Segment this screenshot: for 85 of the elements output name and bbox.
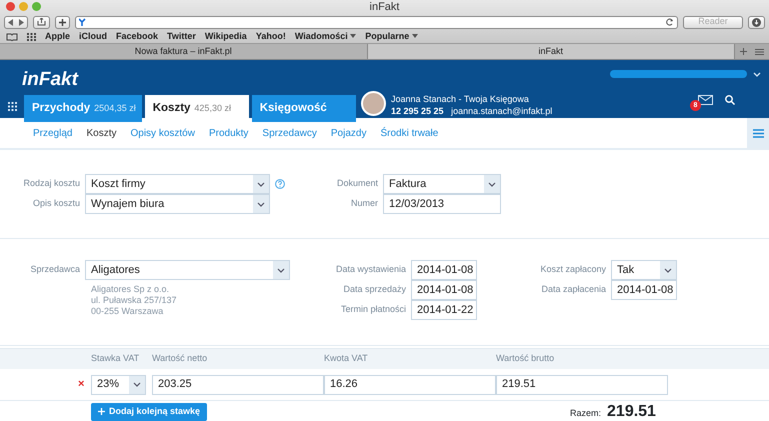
nav-link[interactable]: Środki trwałe (373, 126, 446, 140)
accountant-name: Joanna Stanach - Twoja Księgowa (391, 93, 530, 105)
date-field[interactable]: 2014-01-08 (611, 280, 677, 300)
field-label: Data sprzedaży (342, 283, 406, 296)
apps-grid-icon[interactable] (8, 102, 17, 111)
caret-icon (257, 182, 265, 186)
date-field[interactable]: 2014-01-22 (411, 300, 477, 320)
column-header: Kwota VAT (324, 352, 368, 366)
date-field[interactable]: 2014-01-08 (411, 260, 477, 280)
nav-link[interactable]: Pojazdy (324, 126, 374, 140)
tab-overview-icon[interactable] (755, 48, 764, 54)
field-label: Data wystawienia (334, 263, 406, 276)
field-label: Data zapłacenia (540, 283, 606, 296)
reload-icon[interactable] (666, 18, 674, 26)
new-tab-icon[interactable] (740, 48, 747, 55)
caret-icon (664, 268, 672, 272)
bookmark-link[interactable]: Twitter (167, 30, 196, 44)
select-field[interactable]: 23% (91, 374, 146, 394)
field-label: Numer (350, 197, 378, 210)
select-field[interactable]: Tak (611, 260, 677, 280)
avatar (361, 91, 386, 116)
book-icon[interactable] (6, 32, 18, 40)
downloads-button[interactable] (748, 16, 765, 28)
input-field[interactable]: 203.25 (152, 374, 324, 394)
site-icon (79, 18, 87, 26)
new-tab-button[interactable] (55, 16, 70, 28)
address-line: Aligatores Sp z o.o. (91, 284, 170, 295)
caret-icon (488, 182, 496, 186)
date-field[interactable]: 2014-01-08 (411, 280, 477, 300)
window-title: inFakt (370, 1, 400, 13)
field-label: Dokument (336, 177, 378, 190)
total-amount: 219.51 (607, 403, 656, 421)
field-label: Opis kosztu (32, 197, 80, 210)
menu-button[interactable] (747, 118, 769, 148)
envelope-icon[interactable] (698, 95, 713, 105)
nav-link[interactable]: Produkty (202, 126, 256, 140)
menu-icon (752, 128, 764, 138)
address-field[interactable] (75, 16, 678, 28)
nav-link[interactable]: Przegląd (26, 126, 80, 140)
total-label: Razem: (570, 407, 602, 420)
caret-icon (133, 382, 141, 387)
back-forward-buttons[interactable] (4, 16, 28, 28)
bookmark-link[interactable]: Popularne (365, 30, 418, 44)
bookmark-link[interactable]: Apple (45, 30, 70, 44)
app-logo[interactable]: inFakt (22, 66, 78, 94)
column-header: Stawka VAT (91, 352, 140, 366)
nav-link[interactable]: Sprzedawcy (255, 126, 324, 140)
caret-icon (277, 268, 285, 272)
close-window-button[interactable] (6, 2, 15, 11)
input-field[interactable]: 219.51 (496, 374, 668, 394)
bookmark-link[interactable]: Wikipedia (204, 30, 247, 44)
bookmark-link[interactable]: Wiadomości (294, 30, 356, 44)
bookmark-link[interactable]: Yahoo! (256, 30, 286, 44)
select-field[interactable]: Aligatores (85, 260, 290, 280)
nav-link[interactable]: Opisy kosztów (123, 126, 202, 140)
column-header: Wartość brutto (496, 352, 554, 366)
bookmark-link[interactable]: Facebook (116, 30, 158, 44)
address-line: 00-255 Warszawa (91, 306, 164, 317)
input-field[interactable]: 16.26 (324, 374, 496, 394)
field-label: Rodzaj kosztu (22, 177, 80, 190)
browser-tab[interactable]: inFakt (368, 44, 735, 59)
caret-icon (257, 202, 265, 206)
field-label: Sprzedawca (29, 263, 80, 276)
bookmark-link[interactable]: iCloud (79, 30, 108, 44)
field-label: Koszt zapłacony (539, 263, 606, 276)
search-icon[interactable] (725, 95, 735, 105)
select-field[interactable]: Faktura (383, 174, 501, 194)
share-button[interactable] (33, 16, 50, 28)
nav-link[interactable]: Koszty (79, 126, 124, 140)
share-icon (37, 18, 46, 26)
plus-icon (59, 18, 66, 26)
accountant-email[interactable]: joanna.stanach@infakt.pl (451, 106, 552, 116)
grid-icon[interactable] (27, 32, 36, 40)
accountant-phone: 12 295 25 25 (391, 106, 444, 116)
plus-icon (98, 408, 105, 416)
chevron-down-icon[interactable] (753, 72, 761, 77)
field-label: Termin płatności (340, 303, 406, 316)
select-field[interactable]: Koszt firmy (85, 174, 270, 194)
help-icon[interactable] (275, 179, 285, 189)
remove-icon[interactable]: × (78, 376, 84, 393)
browser-tab[interactable]: Nowa faktura – inFakt.pl (0, 44, 368, 59)
address-line: ul. Puławska 257/137 (91, 295, 178, 306)
input-field[interactable]: 12/03/2013 (383, 194, 501, 214)
column-header: Wartość netto (152, 352, 208, 366)
select-field[interactable]: Wynajem biura (85, 194, 270, 214)
